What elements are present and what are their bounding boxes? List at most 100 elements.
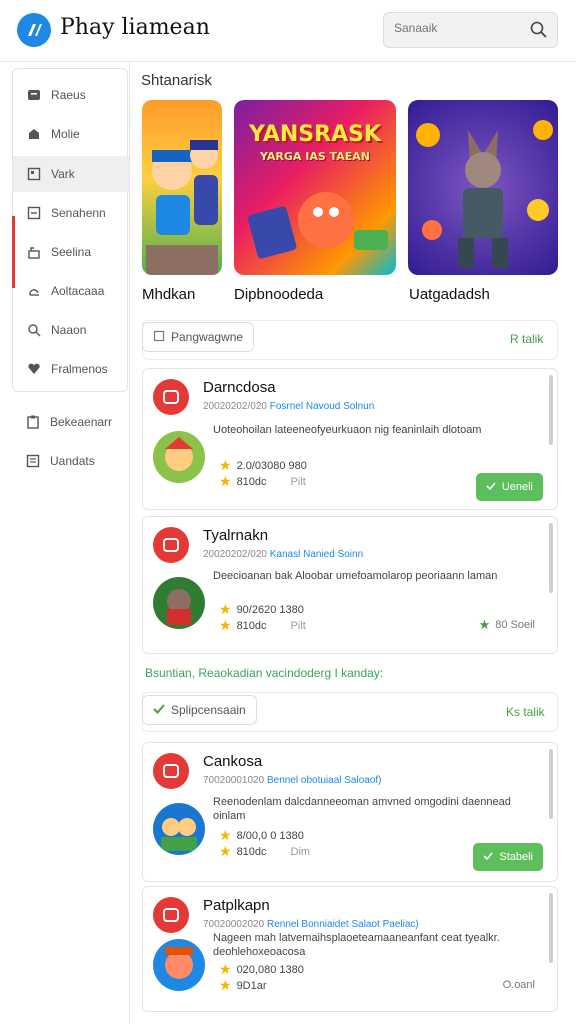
section-subtitle: Bsuntian, Reaokadian vacindoderg I kanda… <box>145 666 384 680</box>
featured-label: Mhdkan <box>142 286 196 303</box>
game-art-image <box>146 140 218 275</box>
heart-icon <box>27 362 41 376</box>
filter-pill-label: Pangwagwne <box>171 330 244 344</box>
search-icon[interactable] <box>529 20 549 45</box>
star-icon: ★ <box>478 617 491 632</box>
game-avatar <box>153 577 205 629</box>
game-art-image <box>247 192 388 259</box>
sidebar: Raeus Molie Vark Senahenn Seelina Aoltac… <box>0 62 130 1024</box>
game-rating: ★ 8/00,0 0 1380 <box>219 827 304 843</box>
see-all-link[interactable]: R talik <box>510 332 543 346</box>
sidebar-item-naaon[interactable]: Naaon <box>13 312 129 348</box>
install-button[interactable]: Ueneli <box>475 473 543 501</box>
game-title[interactable]: Darncdosa <box>203 379 276 396</box>
featured-label: Dipbnoodeda <box>234 286 324 303</box>
sidebar-item-seelina[interactable]: Seelina <box>13 234 129 270</box>
game-list-card[interactable]: Tyalrnakn 20020202/020 Kanasl Nanied Soi… <box>142 516 558 654</box>
filter-icon <box>153 330 165 345</box>
sidebar-item-label: Molie <box>51 127 80 141</box>
check-icon <box>483 851 493 864</box>
filter-pill[interactable]: Splipcensaain <box>142 695 257 725</box>
box-icon <box>27 167 41 181</box>
install-button[interactable]: Stabeli <box>473 843 543 871</box>
game-meta: 20020202/020 Fosrnel Navoud Solnun <box>203 401 375 412</box>
game-list-card[interactable]: Cankosa 70020001020 Bennel obotuiaal Sal… <box>142 742 558 882</box>
lock-icon <box>27 245 41 259</box>
game-title[interactable]: Cankosa <box>203 753 262 770</box>
game-rating: ★ 90/2620 1380 <box>219 601 304 617</box>
sidebar-group-secondary: Bekeaenarr Uandats <box>12 402 128 482</box>
featured-game-card[interactable] <box>142 100 222 275</box>
scrollbar[interactable] <box>549 749 553 819</box>
game-downloads: ★ 810dc Dim <box>219 843 311 859</box>
clipboard-icon <box>26 415 40 429</box>
sidebar-item-label: Vark <box>51 167 75 181</box>
cloud-icon <box>27 284 41 298</box>
game-downloads: ★ 9D1ar <box>219 977 267 993</box>
star-icon: ★ <box>219 961 232 977</box>
featured-section-title: Shtanarisk <box>141 72 212 89</box>
document-icon <box>26 454 40 468</box>
sidebar-item-bekeaenarr[interactable]: Bekeaenarr <box>12 404 128 440</box>
sidebar-item-senahenn[interactable]: Senahenn <box>13 195 129 231</box>
sidebar-item-label: Bekeaenarr <box>50 415 113 429</box>
sidebar-item-uandats[interactable]: Uandats <box>12 443 128 479</box>
game-avatar <box>153 431 205 483</box>
game-description: Uoteohoilan lateeneofyeurkuaon nig feani… <box>213 424 482 436</box>
star-icon: ★ <box>219 601 232 617</box>
game-title[interactable]: Tyalrnakn <box>203 527 268 544</box>
game-downloads: ★ 810dc Pilt <box>219 473 306 489</box>
scrollbar[interactable] <box>549 375 553 445</box>
sidebar-item-label: Senahenn <box>51 206 106 220</box>
game-description: Nageen mah latvemaihsplaoeteamaaneanfant… <box>213 932 500 958</box>
check-icon <box>486 481 496 494</box>
featured-game-card[interactable]: YANSRASK YARGA IAS TAEAN <box>234 100 396 275</box>
game-meta: 70020001020 Bennel obotuiaal Saloaof) <box>203 775 382 786</box>
game-avatar <box>153 803 205 855</box>
sidebar-item-molie[interactable]: Molie <box>13 116 129 152</box>
game-badge-icon <box>153 527 189 563</box>
game-meta: 20020202/020 Kanasl Nanied Soinn <box>203 549 364 560</box>
top-app-bar: Phay liamean <box>0 0 576 62</box>
sidebar-item-aoltacaaa[interactable]: Aoltacaaa <box>13 273 129 309</box>
sidebar-item-label: Fralmenos <box>51 362 108 376</box>
star-icon: ★ <box>219 457 232 473</box>
app-title: Phay liamean <box>60 15 210 40</box>
sidebar-item-label: Raeus <box>51 88 86 102</box>
scrollbar[interactable] <box>549 523 553 593</box>
check-icon <box>153 703 165 718</box>
game-title[interactable]: Patplkapn <box>203 897 270 914</box>
star-icon: ★ <box>219 977 232 993</box>
sidebar-item-raeus[interactable]: Raeus <box>13 77 129 113</box>
game-list-card[interactable]: Patplkapn 70020002020 Rennel Bonniaidet … <box>142 886 558 1012</box>
search-icon <box>27 323 41 337</box>
star-icon: ★ <box>219 843 232 859</box>
sidebar-item-label: Naaon <box>51 323 87 337</box>
game-badge-icon <box>153 897 189 933</box>
list-icon <box>27 206 41 220</box>
sidebar-group-main: Raeus Molie Vark Senahenn Seelina Aoltac… <box>12 68 129 392</box>
game-description: Reenodenlam dalcdanneeoman amvned omgodi… <box>213 796 511 822</box>
star-icon: ★ <box>219 617 232 633</box>
sidebar-item-label: Aoltacaaa <box>51 284 105 298</box>
sidebar-item-vark[interactable]: Vark <box>13 156 129 192</box>
app-logo-icon[interactable] <box>17 13 51 47</box>
search-box[interactable] <box>383 12 558 48</box>
star-icon: ★ <box>219 473 232 489</box>
sidebar-item-label: Seelina <box>51 245 92 259</box>
game-art-image <box>416 120 553 268</box>
sidebar-item-fralmenos[interactable]: Fralmenos <box>13 351 129 387</box>
sidebar-item-label: Uandats <box>50 454 95 468</box>
filter-pill[interactable]: Pangwagwne <box>142 322 255 352</box>
game-list-card[interactable]: Darncdosa 20020202/020 Fosrnel Navoud So… <box>142 368 558 510</box>
scrollbar[interactable] <box>549 893 553 963</box>
game-meta: 70020002020 Rennel Bonniaidet Salaot Pae… <box>203 919 419 930</box>
game-rating: ★ 2.0/03080 980 <box>219 457 307 473</box>
grid-icon <box>27 88 41 102</box>
featured-game-card[interactable] <box>408 100 558 275</box>
game-badge-icon <box>153 753 189 789</box>
game-footer: ★ 80 Soeil <box>478 617 535 632</box>
star-icon: ★ <box>219 827 232 843</box>
search-input[interactable] <box>394 21 524 35</box>
see-all-link[interactable]: Ks talik <box>506 705 545 719</box>
